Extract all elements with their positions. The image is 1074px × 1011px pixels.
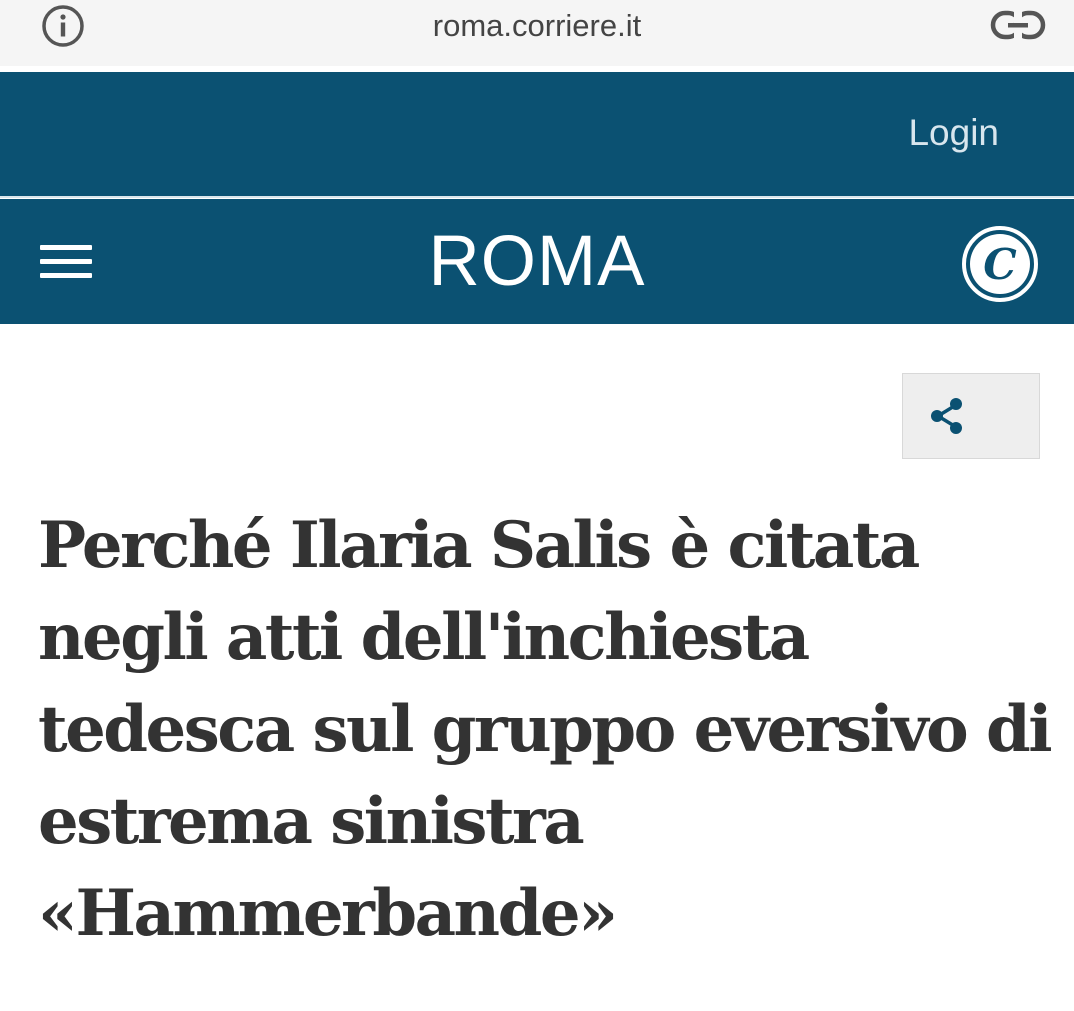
browser-url-bar: roma.corriere.it <box>0 0 1074 66</box>
share-icon <box>931 398 962 434</box>
logo-letter: C <box>983 240 1017 289</box>
section-title[interactable]: ROMA <box>0 214 1074 310</box>
url-text[interactable]: roma.corriere.it <box>0 0 1074 52</box>
article-headline: Perché Ilaria Salis è citata negli atti … <box>38 508 1053 951</box>
share-button[interactable] <box>902 373 1040 459</box>
corriere-logo-icon[interactable]: C <box>960 224 1040 304</box>
header-divider <box>0 196 1074 198</box>
login-link[interactable]: Login <box>908 112 999 154</box>
link-icon[interactable] <box>990 8 1046 44</box>
